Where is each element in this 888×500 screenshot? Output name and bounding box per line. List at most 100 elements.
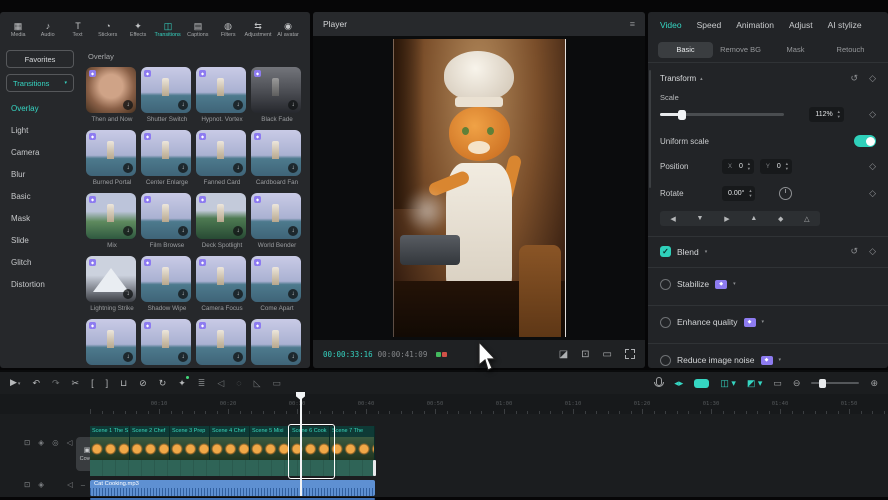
transition-item[interactable]: ◆↓ [141, 319, 196, 368]
trim-left-button[interactable]: [ [91, 378, 94, 388]
stepper-icon[interactable]: ▲▼ [748, 189, 752, 198]
keyframe-icon[interactable]: ◇ [869, 246, 876, 257]
align-right-icon[interactable]: ▶ [724, 215, 729, 223]
transition-item-cardboard-fan[interactable]: ◆↓Cardboard Fan [251, 130, 306, 186]
download-icon[interactable]: ↓ [178, 226, 188, 236]
transition-item-lightning-strike[interactable]: ◆↓Lightning Strike [86, 256, 141, 312]
download-icon[interactable]: ↓ [233, 163, 243, 173]
stepper-icon[interactable]: ▲▼ [747, 162, 751, 171]
keyframe-icon[interactable]: ◇ [869, 161, 876, 172]
tab-audio[interactable]: ♪Audio [33, 21, 63, 38]
keyframe-icon[interactable]: ◇ [869, 109, 876, 120]
uniform-scale-toggle[interactable] [854, 135, 876, 147]
position-y-box[interactable]: Y 0 ▲▼ [760, 159, 792, 174]
ripple-edit-toggle[interactable]: ◂▸ [674, 378, 683, 389]
sidebar-item-blur[interactable]: Blur [11, 170, 74, 179]
track-hide-icon[interactable]: ◈ [38, 438, 44, 447]
select-tool-button[interactable]: ▶▾ [10, 377, 20, 389]
download-icon[interactable]: ↓ [288, 163, 298, 173]
undo-button[interactable]: ↶ [32, 378, 40, 388]
transition-thumbnail[interactable]: ◆↓ [251, 319, 301, 365]
transition-item-camera-focus[interactable]: ◆↓Camera Focus [196, 256, 251, 312]
tab-effects[interactable]: ✦Effects [123, 21, 153, 38]
download-icon[interactable]: ↓ [123, 226, 133, 236]
preview-mode-dropdown[interactable]: ◩ ▾ [747, 378, 763, 389]
timeline-clip-5[interactable]: Scene 5 Mixi [250, 426, 290, 460]
mixer-button[interactable]: ≣ [198, 378, 206, 388]
blend-row[interactable]: ✓ Blend ▾ ↺ ◇ [660, 246, 876, 257]
zoom-in-button[interactable]: ⊕ [870, 378, 878, 389]
feature-row-stabilize[interactable]: Stabilize◆▾ [660, 273, 876, 295]
timeline-clip-1[interactable]: Scene 1 The S [90, 426, 130, 460]
transition-item-center-enlarge[interactable]: ◆↓Center Enlarge [141, 130, 196, 186]
transition-thumbnail[interactable]: ◆↓ [141, 67, 191, 113]
transition-item-hypnot-vortex[interactable]: ◆↓Hypnot. Vortex [196, 67, 251, 123]
timeline-zoom-slider[interactable] [811, 382, 859, 384]
tab-stickers[interactable]: ◔Stickers [93, 21, 123, 38]
tab-speed[interactable]: Speed [697, 20, 722, 30]
download-icon[interactable]: ↓ [123, 100, 133, 110]
fit-icon[interactable]: ⊡ [581, 349, 589, 360]
transition-item-film-browse[interactable]: ◆↓Film Browse [141, 193, 196, 249]
reset-icon[interactable]: ↺ [851, 73, 859, 84]
loop-button[interactable]: ↻ [159, 378, 167, 388]
download-icon[interactable]: ↓ [288, 226, 298, 236]
freeze-button[interactable]: ◌ [236, 378, 241, 388]
transition-item[interactable]: ◆↓ [86, 319, 141, 368]
transition-item[interactable]: ◆↓ [196, 319, 251, 368]
checkbox-unchecked-icon[interactable] [660, 355, 671, 366]
transitions-group-dropdown[interactable]: Transitions ▾ [6, 74, 74, 92]
link-clips-dropdown[interactable]: ◫ ▾ [720, 378, 736, 389]
keyframe-icon[interactable]: ◇ [869, 73, 876, 84]
keyframe-icon[interactable]: ◇ [869, 188, 876, 199]
track-lock-icon[interactable]: ⊡ [24, 480, 30, 489]
transition-thumbnail[interactable]: ◆↓ [86, 319, 136, 365]
scale-slider[interactable] [660, 113, 784, 116]
align-top-icon[interactable]: ▲ [750, 215, 757, 222]
zoom-out-button[interactable]: ⊖ [793, 378, 801, 389]
stepper-icon[interactable]: ▲▼ [837, 110, 841, 119]
reset-icon[interactable]: ↺ [851, 246, 859, 257]
timeline-clip-3[interactable]: Scene 3 Prep [170, 426, 210, 460]
sidebar-item-light[interactable]: Light [11, 126, 74, 135]
download-icon[interactable]: ↓ [178, 100, 188, 110]
sidebar-item-basic[interactable]: Basic [11, 192, 74, 201]
transition-thumbnail[interactable]: ◆↓ [251, 193, 301, 239]
download-icon[interactable]: ↓ [288, 289, 298, 299]
timeline-clip-4[interactable]: Scene 4 Chef [210, 426, 250, 460]
download-icon[interactable]: ↓ [233, 226, 243, 236]
transition-item-come-apart[interactable]: ◆↓Come Apart [251, 256, 306, 312]
transition-item-deck-spotlight[interactable]: ◆↓Deck Spotlight [196, 193, 251, 249]
transition-item-shutter-switch[interactable]: ◆↓Shutter Switch [141, 67, 196, 123]
transition-thumbnail[interactable]: ◆↓ [196, 319, 246, 365]
transition-thumbnail[interactable]: ◆↓ [196, 67, 246, 113]
position-x-box[interactable]: X 0 ▲▼ [722, 159, 754, 174]
transition-item-then-and-now[interactable]: ◆↓Then and Now [86, 67, 141, 123]
compare-icon[interactable]: ◪ [559, 349, 568, 360]
transition-thumbnail[interactable]: ◆↓ [86, 256, 136, 302]
download-icon[interactable]: ↓ [123, 163, 133, 173]
tab-adjustment[interactable]: ⇆Adjustment [243, 21, 273, 38]
download-icon[interactable]: ↓ [178, 163, 188, 173]
feature-row-enhance-quality[interactable]: Enhance quality◆▾ [660, 311, 876, 333]
stepper-icon[interactable]: ▲▼ [785, 162, 789, 171]
download-icon[interactable]: ↓ [123, 289, 133, 299]
sidebar-item-mask[interactable]: Mask [11, 214, 74, 223]
track-hide-icon[interactable]: ◈ [38, 480, 44, 489]
magnetic-snap-toggle[interactable] [694, 379, 709, 388]
align-left-icon[interactable]: ◀ [670, 215, 675, 223]
band-handle[interactable] [373, 460, 376, 476]
slider-knob[interactable] [678, 110, 686, 120]
sidebar-item-slide[interactable]: Slide [11, 236, 74, 245]
delete-button[interactable]: ⊘ [139, 378, 147, 388]
subtab-mask[interactable]: Mask [768, 42, 823, 58]
smart-edit-button[interactable]: ✦ [178, 378, 186, 388]
align-center-icon[interactable]: ▼ [697, 215, 704, 222]
transition-thumbnail[interactable]: ◆↓ [86, 193, 136, 239]
screen-button[interactable]: ▭ [273, 378, 282, 388]
trim-right-button[interactable]: ] [106, 378, 109, 388]
player-menu-icon[interactable]: ≡ [630, 19, 635, 29]
favorites-button[interactable]: Favorites [6, 50, 74, 68]
tab-ai-avatar[interactable]: ◉AI avatar [273, 21, 303, 38]
track-mute-icon[interactable]: ◁ [67, 480, 73, 489]
